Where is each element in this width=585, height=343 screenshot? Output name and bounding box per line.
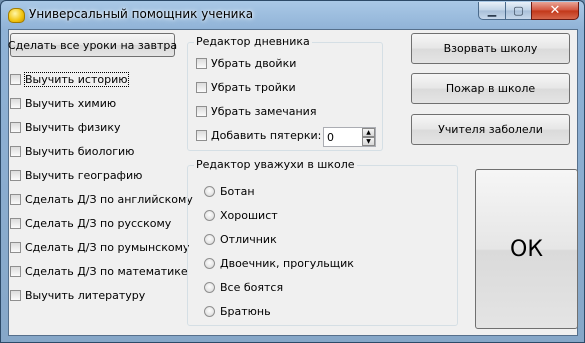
task-checkbox-romanian[interactable]: Сделать Д/З по румынскому	[10, 241, 189, 254]
respect-editor-title: Редактор уважухи в школе	[194, 158, 357, 171]
option-label: Хорошист	[220, 209, 278, 222]
client-area: Сделать все уроки на завтра Выучить исто…	[8, 29, 578, 336]
checkbox-box[interactable]	[10, 266, 21, 277]
task-label: Выучить историю	[24, 72, 129, 87]
option-label: Добавить пятерки:	[211, 129, 322, 142]
blow-up-school-button[interactable]: Взорвать школу	[411, 33, 570, 64]
respect-option-good-student[interactable]: Хорошист	[204, 209, 278, 222]
remove-twos-checkbox[interactable]: Убрать двойки	[196, 57, 296, 70]
task-label: Выучить биологию	[25, 145, 135, 158]
radio-button[interactable]	[204, 186, 215, 197]
stepper-buttons: ▲ ▼	[362, 128, 375, 146]
respect-option-excellent[interactable]: Отличник	[204, 233, 277, 246]
task-checkbox-history[interactable]: Выучить историю	[10, 72, 129, 87]
task-label: Выучить литературу	[25, 289, 146, 302]
checkbox-box[interactable]	[10, 122, 21, 133]
minimize-icon: ▁	[487, 4, 497, 17]
do-all-homework-button[interactable]: Сделать все уроки на завтра	[7, 33, 178, 57]
teachers-sick-label: Учителя заболели	[438, 123, 543, 136]
task-label: Сделать Д/З по английскому	[25, 193, 193, 206]
maximize-icon: ▢	[513, 4, 524, 17]
checkbox-box[interactable]	[10, 170, 21, 181]
teachers-sick-button[interactable]: Учителя заболели	[411, 114, 570, 145]
app-window: Универсальный помощник ученика ▁ ▢ ✕ Сде…	[0, 0, 585, 343]
respect-option-feared[interactable]: Все боятся	[204, 281, 283, 294]
task-checkbox-math[interactable]: Сделать Д/З по математике	[10, 265, 188, 278]
task-checkbox-physics[interactable]: Выучить физику	[10, 121, 120, 134]
radio-button[interactable]	[204, 258, 215, 269]
respect-option-truant[interactable]: Двоечник, прогульщик	[204, 257, 354, 270]
task-label: Сделать Д/З по математике	[25, 265, 188, 278]
checkbox-box[interactable]	[10, 146, 21, 157]
stepper-down-icon[interactable]: ▼	[362, 137, 375, 146]
task-label: Выучить физику	[25, 121, 121, 134]
school-fire-button[interactable]: Пожар в школе	[411, 73, 570, 104]
task-checkbox-english[interactable]: Сделать Д/З по английскому	[10, 193, 193, 206]
task-checkbox-geography[interactable]: Выучить географию	[10, 169, 142, 182]
window-title: Универсальный помощник ученика	[29, 7, 254, 21]
option-label: Отличник	[220, 233, 277, 246]
respect-option-bro[interactable]: Братюнь	[204, 305, 271, 318]
radio-button[interactable]	[204, 210, 215, 221]
diary-editor-title: Редактор дневника	[194, 35, 312, 48]
task-label: Выучить химию	[25, 97, 117, 110]
task-checkbox-chemistry[interactable]: Выучить химию	[10, 97, 116, 110]
ok-label: ОК	[510, 236, 543, 262]
do-all-homework-label: Сделать все уроки на завтра	[7, 38, 178, 52]
checkbox-box[interactable]	[10, 218, 21, 229]
diary-editor-group: Редактор дневника Убрать двойки Убрать т…	[187, 35, 383, 151]
checkbox-box[interactable]	[10, 98, 21, 109]
respect-editor-group: Редактор уважухи в школе Ботан Хорошист …	[187, 158, 458, 326]
ok-button[interactable]: ОК	[475, 169, 578, 329]
task-checkbox-russian[interactable]: Сделать Д/З по русскому	[10, 217, 171, 230]
close-icon: ✕	[549, 3, 561, 18]
radio-button[interactable]	[204, 234, 215, 245]
add-fives-checkbox[interactable]: Добавить пятерки:	[196, 129, 321, 142]
checkbox-box[interactable]	[196, 82, 207, 93]
task-label: Выучить географию	[25, 169, 143, 182]
checkbox-box[interactable]	[196, 130, 207, 141]
radio-button[interactable]	[204, 282, 215, 293]
stepper-up-icon[interactable]: ▲	[362, 128, 375, 137]
maximize-button[interactable]: ▢	[505, 2, 532, 20]
respect-option-nerd[interactable]: Ботан	[204, 185, 255, 198]
option-label: Убрать замечания	[211, 105, 317, 118]
remove-threes-checkbox[interactable]: Убрать тройки	[196, 81, 296, 94]
checkbox-box[interactable]	[10, 194, 21, 205]
checkbox-box[interactable]	[10, 74, 21, 85]
task-checkbox-literature[interactable]: Выучить литературу	[10, 289, 145, 302]
checkbox-box[interactable]	[10, 242, 21, 253]
task-label: Сделать Д/З по русскому	[25, 217, 172, 230]
remove-remarks-checkbox[interactable]: Убрать замечания	[196, 105, 316, 118]
checkbox-box[interactable]	[196, 106, 207, 117]
app-icon	[8, 8, 25, 23]
fives-count-stepper[interactable]: 0 ▲ ▼	[323, 127, 376, 147]
option-label: Ботан	[220, 185, 255, 198]
option-label: Братюнь	[220, 305, 271, 318]
fives-count-value[interactable]: 0	[324, 131, 362, 144]
option-label: Убрать тройки	[211, 81, 296, 94]
task-checkbox-biology[interactable]: Выучить биологию	[10, 145, 134, 158]
blow-up-school-label: Взорвать школу	[443, 42, 538, 55]
option-label: Все боятся	[220, 281, 284, 294]
checkbox-box[interactable]	[10, 290, 21, 301]
title-bar[interactable]: Универсальный помощник ученика ▁ ▢ ✕	[1, 1, 584, 29]
radio-button[interactable]	[204, 306, 215, 317]
school-fire-label: Пожар в школе	[445, 82, 536, 95]
option-label: Двоечник, прогульщик	[220, 257, 354, 270]
task-label: Сделать Д/З по румынскому	[25, 241, 190, 254]
close-button[interactable]: ✕	[531, 2, 579, 20]
minimize-button[interactable]: ▁	[478, 2, 506, 20]
checkbox-box[interactable]	[196, 58, 207, 69]
option-label: Убрать двойки	[211, 57, 297, 70]
